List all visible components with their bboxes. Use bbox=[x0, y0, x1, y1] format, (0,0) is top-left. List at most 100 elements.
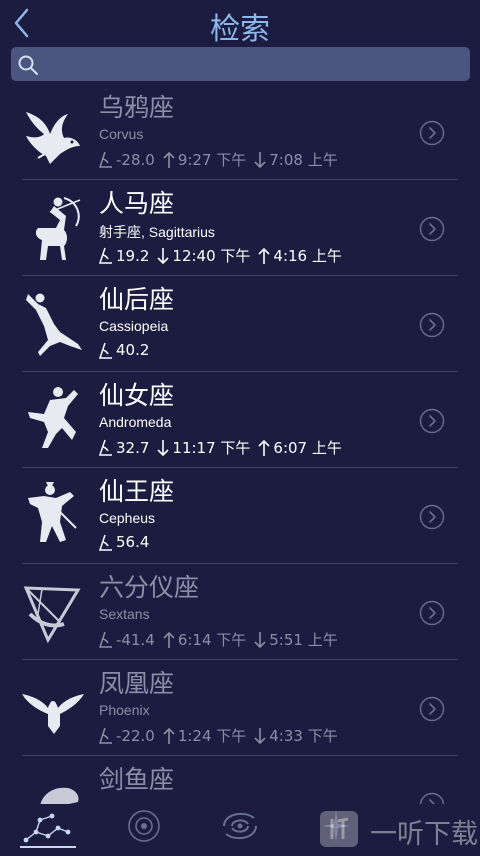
rise-time: 6:07 上午 bbox=[258, 437, 342, 458]
set-time: 5:51 上午 bbox=[254, 629, 338, 650]
rise-time-value: 6:14 下午 bbox=[177, 631, 247, 649]
arrow-up-icon bbox=[163, 151, 175, 168]
list-item[interactable]: 仙女座 Andromeda 32.7 11:17 下午 6:07 上午 bbox=[0, 372, 480, 468]
constellations-tab-icon bbox=[23, 813, 71, 843]
altitude-value: 40.2 bbox=[116, 341, 150, 359]
chevron-right-icon[interactable] bbox=[419, 600, 445, 626]
chevron-right-icon[interactable] bbox=[419, 120, 445, 146]
rise-time: 9:27 下午 bbox=[163, 149, 246, 170]
watermark: 一听下载 bbox=[318, 807, 478, 851]
arrow-up-icon bbox=[258, 439, 270, 456]
list-item[interactable]: 凤凰座 Phoenix -22.0 1:24 下午 4:33 下午 bbox=[0, 660, 480, 756]
constellation-meta: 32.7 11:17 下午 6:07 上午 bbox=[99, 437, 350, 458]
maiden-figure-icon bbox=[28, 387, 78, 448]
arrow-down-icon bbox=[254, 631, 266, 648]
set-time: 11:17 下午 bbox=[157, 437, 250, 458]
constellation-name: 仙女座 bbox=[99, 381, 175, 410]
constellation-latin-name: Andromeda bbox=[99, 414, 172, 430]
constellation-meta: -28.0 9:27 下午 7:08 上午 bbox=[99, 149, 346, 170]
tab-galaxy[interactable] bbox=[210, 806, 270, 850]
constellation-meta: -22.0 1:24 下午 4:33 下午 bbox=[99, 725, 346, 746]
list-item[interactable]: 仙王座 Cepheus 56.4 bbox=[0, 468, 480, 564]
queen-figure-icon bbox=[26, 293, 82, 356]
constellation-name: 仙王座 bbox=[99, 477, 175, 506]
solar-system-tab-icon bbox=[128, 810, 160, 842]
altitude: 32.7 bbox=[99, 439, 149, 457]
arrow-up-icon bbox=[258, 247, 270, 264]
angle-icon bbox=[99, 727, 112, 744]
list-item[interactable]: 剑鱼座 bbox=[0, 756, 480, 804]
angle-icon bbox=[99, 151, 112, 168]
set-time: 7:08 上午 bbox=[254, 149, 338, 170]
constellation-name: 人马座 bbox=[99, 189, 175, 218]
altitude-value: -22.0 bbox=[116, 726, 155, 745]
chevron-right-icon[interactable] bbox=[419, 216, 445, 242]
constellation-name: 仙后座 bbox=[99, 285, 175, 314]
altitude-value: 19.2 bbox=[116, 246, 150, 265]
arrow-down-icon bbox=[157, 247, 169, 264]
phoenix-icon bbox=[22, 694, 84, 734]
search-input[interactable] bbox=[49, 47, 463, 83]
constellation-name: 凤凰座 bbox=[99, 669, 175, 698]
constellation-latin-name: Phoenix bbox=[99, 702, 150, 718]
search-bar[interactable] bbox=[11, 47, 470, 83]
galaxy-tab-icon bbox=[223, 812, 257, 840]
altitude-value: 56.4 bbox=[116, 533, 150, 551]
altitude-value: 32.7 bbox=[116, 438, 150, 457]
set-time-value: 4:33 下午 bbox=[269, 727, 338, 745]
set-time-value: 7:08 上午 bbox=[269, 151, 338, 169]
rise-time-value: 6:07 上午 bbox=[273, 439, 342, 457]
arrow-down-icon bbox=[254, 727, 266, 744]
constellation-name: 乌鸦座 bbox=[99, 93, 175, 122]
chevron-right-icon[interactable] bbox=[419, 312, 445, 338]
set-time: 12:40 下午 bbox=[157, 245, 250, 266]
rise-time: 4:16 上午 bbox=[258, 245, 342, 266]
chevron-right-icon[interactable] bbox=[419, 504, 445, 530]
angle-icon bbox=[99, 631, 112, 648]
chevron-right-icon[interactable] bbox=[419, 408, 445, 434]
list-item[interactable]: 仙后座 Cassiopeia 40.2 bbox=[0, 276, 480, 372]
constellation-meta: 56.4 bbox=[99, 533, 157, 551]
swordfish-icon bbox=[40, 787, 79, 804]
constellation-latin-name: Cassiopeia bbox=[99, 318, 169, 334]
altitude: 19.2 bbox=[99, 247, 149, 265]
rise-time-value: 4:16 上午 bbox=[273, 247, 342, 265]
arrow-up-icon bbox=[163, 631, 175, 648]
tab-solar-system[interactable] bbox=[114, 806, 174, 850]
angle-icon bbox=[99, 247, 112, 264]
chevron-right-icon[interactable] bbox=[419, 696, 445, 722]
search-icon bbox=[18, 55, 38, 75]
rise-time-value: 9:27 下午 bbox=[177, 151, 247, 169]
arrow-down-icon bbox=[157, 439, 169, 456]
constellation-latin-name: Corvus bbox=[99, 126, 144, 142]
altitude: -22.0 bbox=[99, 727, 155, 745]
list-item[interactable]: 乌鸦座 Corvus -28.0 9:27 下午 7:08 上午 bbox=[0, 84, 480, 180]
set-time-value: 11:17 下午 bbox=[172, 439, 251, 457]
constellation-list: 乌鸦座 Corvus -28.0 9:27 下午 7:08 上午 人马座 射手座… bbox=[0, 84, 480, 804]
active-tab-indicator bbox=[20, 846, 76, 848]
angle-icon bbox=[99, 534, 112, 551]
constellation-latin-name: Cepheus bbox=[99, 510, 156, 526]
list-item[interactable]: 六分仪座 Sextans -41.4 6:14 下午 5:51 上午 bbox=[0, 564, 480, 660]
watermark-logo-icon bbox=[320, 811, 358, 847]
altitude-value: -28.0 bbox=[116, 150, 155, 169]
set-time-value: 5:51 上午 bbox=[269, 631, 338, 649]
altitude: -28.0 bbox=[99, 151, 155, 169]
watermark-text: 一听下载 bbox=[370, 819, 478, 850]
rise-time-value: 1:24 下午 bbox=[177, 727, 247, 745]
crow-icon bbox=[26, 112, 80, 164]
rise-time: 1:24 下午 bbox=[163, 725, 246, 746]
chevron-right-icon[interactable] bbox=[419, 792, 445, 804]
tab-constellations[interactable] bbox=[18, 806, 78, 850]
centaur-archer-icon bbox=[35, 197, 81, 260]
king-figure-icon bbox=[28, 482, 77, 542]
angle-icon bbox=[99, 439, 112, 456]
constellation-name: 剑鱼座 bbox=[99, 765, 175, 794]
sextant-icon bbox=[23, 586, 81, 644]
constellation-name: 六分仪座 bbox=[99, 573, 200, 602]
arrow-down-icon bbox=[254, 151, 266, 168]
list-item[interactable]: 人马座 射手座, Sagittarius 19.2 12:40 下午 4:16 … bbox=[0, 180, 480, 276]
page-title: 检索 bbox=[210, 12, 270, 47]
set-time-value: 12:40 下午 bbox=[172, 247, 251, 265]
header: 检索 bbox=[0, 0, 480, 47]
